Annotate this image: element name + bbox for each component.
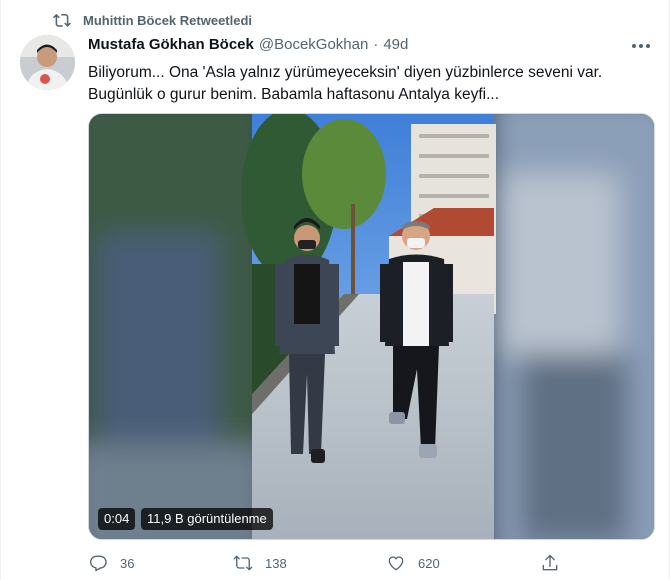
tweet-card[interactable]: Muhittin Böcek Retweetledi Mustafa Gökha… xyxy=(0,0,670,580)
video-views-badge: 11,9 B görüntülenme xyxy=(141,508,273,530)
tweet-actions: 36 138 620 xyxy=(88,550,568,576)
tweet-text: Biliyorum... Ona 'Asla yalnız yürümeyece… xyxy=(88,62,658,106)
video-player[interactable]: 0:04 11,9 B görüntülenme xyxy=(88,113,655,540)
author-name[interactable]: Mustafa Gökhan Böcek xyxy=(88,36,254,53)
retweet-button[interactable]: 138 xyxy=(233,550,287,576)
video-duration-badge: 0:04 xyxy=(98,508,136,530)
more-dot-icon xyxy=(639,44,643,48)
retweet-indicator[interactable]: Muhittin Böcek Retweetledi xyxy=(53,9,252,31)
video-frame xyxy=(89,114,654,539)
tweet-text-line: Biliyorum... Ona 'Asla yalnız yürümeyece… xyxy=(88,64,603,81)
like-button[interactable]: 620 xyxy=(386,550,440,576)
more-dot-icon xyxy=(632,44,636,48)
more-dot-icon xyxy=(646,44,650,48)
share-icon xyxy=(542,554,558,571)
separator-dot: · xyxy=(373,36,379,53)
retweet-label: Muhittin Böcek Retweetledi xyxy=(83,12,253,28)
retweet-icon xyxy=(53,13,71,27)
retweet-icon xyxy=(233,555,253,571)
retweet-count: 138 xyxy=(265,555,287,571)
reply-button[interactable]: 36 xyxy=(88,550,134,576)
share-button[interactable] xyxy=(540,550,572,576)
tweet-header: Mustafa Gökhan Böcek @BocekGokhan · 49d xyxy=(88,36,408,53)
tweet-time[interactable]: 49d xyxy=(383,36,408,53)
reply-count: 36 xyxy=(120,555,135,571)
author-handle[interactable]: @BocekGokhan xyxy=(259,36,368,53)
heart-icon xyxy=(388,556,404,571)
avatar[interactable] xyxy=(20,35,75,90)
tweet-text-line: Bugünlük o gurur benim. Babamla haftason… xyxy=(88,86,499,103)
reply-icon xyxy=(90,555,107,572)
more-options-button[interactable] xyxy=(631,38,651,54)
like-count: 620 xyxy=(418,555,440,571)
